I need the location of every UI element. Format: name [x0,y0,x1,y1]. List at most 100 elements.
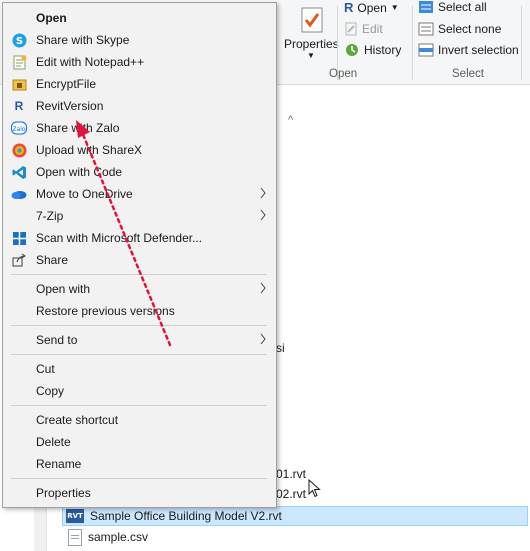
menu-item-label: Open [36,11,67,25]
edit-ribbon-button[interactable]: Edit [344,22,383,36]
chevron-down-icon: ▼ [307,51,315,60]
menu-separator [11,478,267,479]
mouse-cursor-icon [308,479,321,498]
edit-ribbon-label: Edit [362,22,383,36]
menu-item-label: Rename [36,457,82,471]
menu-item-share-skype[interactable]: S Share with Skype [5,29,274,51]
skype-icon: S [11,32,27,48]
edit-icon [345,22,357,36]
ribbon-separator [412,6,413,80]
menu-item-revit-version[interactable]: R RevitVersion [5,95,274,117]
menu-item-move-onedrive[interactable]: Move to OneDrive [5,183,274,205]
rvt-file-icon: RVT [66,509,84,523]
menu-item-label: Share with Skype [36,33,130,47]
svg-text:Zalo: Zalo [12,126,25,133]
menu-item-label: Share [36,253,69,267]
chevron-down-icon: ▼ [390,3,399,12]
menu-item-label: Move to OneDrive [36,187,133,201]
select-all-label: Select all [438,0,487,14]
file-row[interactable]: sample.csv [68,527,148,547]
menu-item-restore-versions[interactable]: Restore previous versions [5,300,274,322]
menu-item-properties[interactable]: Properties [5,482,274,504]
properties-ribbon-button[interactable]: Properties ▼ [283,4,339,62]
menu-separator [11,405,267,406]
open-group-label: Open [329,68,358,80]
zalo-icon: Zalo [11,120,27,136]
history-icon [346,44,358,56]
file-name-fragment: 02.rvt [276,487,307,501]
properties-ribbon-label: Properties [284,37,339,51]
properties-icon [301,7,323,33]
file-name: Sample Office Building Model V2.rvt [90,509,282,523]
menu-item-open-with[interactable]: Open with [5,278,274,300]
chevron-right-icon [260,187,266,199]
menu-item-label: Share with Zalo [36,121,120,135]
menu-item-label: Upload with ShareX [36,143,143,157]
menu-item-open-code[interactable]: Open with Code [5,161,274,183]
menu-item-open[interactable]: Open [5,7,274,29]
menu-item-label: Send to [36,333,78,347]
menu-item-scan-defender[interactable]: Scan with Microsoft Defender... [5,227,274,249]
menu-item-upload-sharex[interactable]: Upload with ShareX [5,139,274,161]
file-name-fragment: si [276,341,285,355]
select-none-icon [418,22,434,36]
encrypt-file-icon [11,76,27,92]
invert-selection-icon [418,43,434,57]
share-icon [11,252,27,268]
menu-item-create-shortcut[interactable]: Create shortcut [5,409,274,431]
svg-text:S: S [15,36,22,47]
sort-ascending-icon[interactable]: ^ [288,114,293,126]
menu-item-label: Copy [36,384,65,398]
menu-item-copy[interactable]: Copy [5,380,274,402]
open-ribbon-button[interactable]: R Open ▼ [344,0,399,15]
vscode-icon [11,164,27,180]
menu-separator [11,354,267,355]
select-group-label: Select [452,68,484,80]
menu-item-rename[interactable]: Rename [5,453,274,475]
select-none-label: Select none [438,22,502,36]
menu-item-send-to[interactable]: Send to [5,329,274,351]
ribbon-separator [521,6,522,80]
menu-item-7zip[interactable]: 7-Zip [5,205,274,227]
chevron-right-icon [260,282,266,294]
menu-separator [11,325,267,326]
menu-item-label: Open with [36,282,91,296]
menu-item-edit-notepad[interactable]: Edit with Notepad++ [5,51,274,73]
select-all-icon [419,1,433,13]
menu-item-label: Create shortcut [36,413,119,427]
onedrive-icon [11,186,27,202]
menu-item-delete[interactable]: Delete [5,431,274,453]
menu-item-share-zalo[interactable]: Zalo Share with Zalo [5,117,274,139]
context-menu: Open S Share with Skype Edit with Notepa… [2,2,277,508]
menu-separator [11,274,267,275]
invert-selection-label: Invert selection [438,43,519,57]
menu-item-label: Delete [36,435,71,449]
chevron-right-icon [260,209,266,221]
history-ribbon-label: History [364,43,402,57]
select-all-button[interactable]: Select all [418,0,487,14]
defender-icon [11,230,27,246]
sharex-icon [11,142,27,158]
revit-icon: R [14,99,24,113]
revit-icon: R [344,0,354,15]
menu-item-label: Cut [36,362,55,376]
menu-item-label: Restore previous versions [36,304,175,318]
notepad-plus-plus-icon [11,54,27,70]
chevron-right-icon [260,333,266,345]
menu-item-label: RevitVersion [36,99,104,113]
file-name-fragment: 01.rvt [276,467,307,481]
menu-item-label: Edit with Notepad++ [36,55,145,69]
csv-file-icon [68,528,82,546]
menu-item-label: Scan with Microsoft Defender... [36,231,203,245]
menu-item-share[interactable]: Share [5,249,274,271]
menu-item-encrypt-file[interactable]: EncryptFile [5,73,274,95]
menu-item-label: EncryptFile [36,77,97,91]
select-none-button[interactable]: Select none [418,22,501,36]
file-row-selected[interactable]: RVT Sample Office Building Model V2.rvt [62,506,528,526]
menu-item-label: 7-Zip [36,209,64,223]
menu-item-label: Open with Code [36,165,123,179]
menu-item-cut[interactable]: Cut [5,358,274,380]
menu-item-label: Properties [36,486,91,500]
invert-selection-button[interactable]: Invert selection [418,43,519,57]
history-ribbon-button[interactable]: History [344,43,401,57]
